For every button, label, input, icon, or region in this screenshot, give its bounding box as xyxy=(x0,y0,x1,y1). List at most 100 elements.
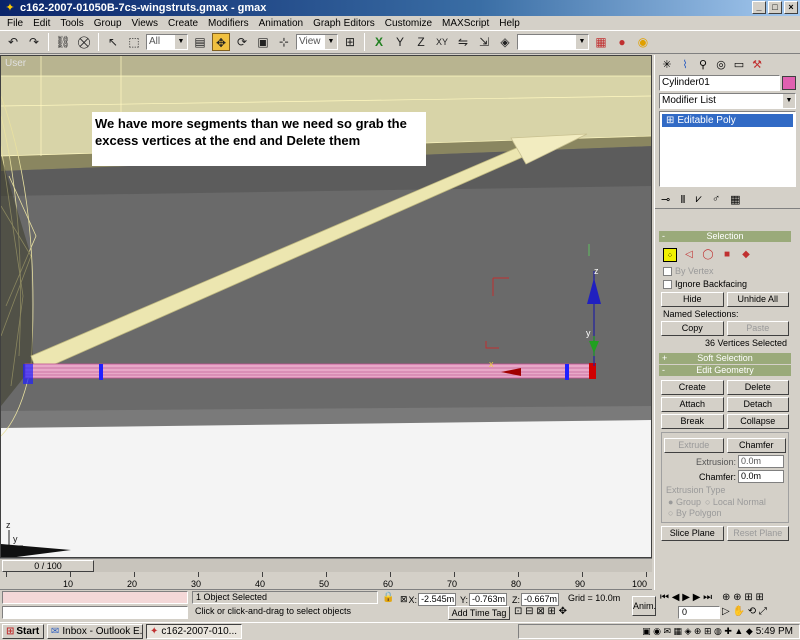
close-button[interactable]: × xyxy=(784,1,798,14)
y-coordinate-field[interactable]: -0.763m xyxy=(469,593,508,606)
detach-button[interactable]: Detach xyxy=(726,397,789,412)
undo-icon[interactable]: ↶ xyxy=(4,33,22,51)
unhide-all-button[interactable]: Unhide All xyxy=(726,292,789,307)
restrict-xy-icon[interactable]: XY xyxy=(433,33,451,51)
stack-item-editable-poly[interactable]: ⊞ Editable Poly xyxy=(662,114,793,127)
track-bar[interactable]: 10 20 30 40 50 60 70 80 90 100 xyxy=(0,572,652,590)
menu-animation[interactable]: Animation xyxy=(254,18,308,29)
time-tag-icons[interactable]: ⊡ ⊟ ⊠ ⊞ ✥ xyxy=(514,606,567,617)
chamfer-button[interactable]: Chamfer xyxy=(726,438,786,453)
viewport-label[interactable]: User xyxy=(5,58,26,69)
redo-icon[interactable]: ↷ xyxy=(25,33,43,51)
lock-selection-icon[interactable]: 🔒 xyxy=(382,592,394,603)
viewport-nav-controls[interactable]: ⊕ ⊕ ⊞ ⊞ xyxy=(722,592,764,603)
time-slider-thumb[interactable]: 0 / 100 xyxy=(2,560,94,572)
absolute-mode-icon[interactable]: ⊠ xyxy=(400,594,408,605)
render-icon[interactable]: ● xyxy=(613,33,631,51)
extrude-button[interactable]: Extrude xyxy=(664,438,724,453)
configure-sets-icon[interactable]: ▦ xyxy=(730,193,740,206)
group-radio[interactable]: ● Group xyxy=(668,497,701,507)
expand-plus-icon[interactable]: ⊞ xyxy=(666,114,674,127)
taskbar-outlook[interactable]: ✉ Inbox - Outlook E... xyxy=(47,624,143,639)
object-name-field[interactable]: Cylinder01 xyxy=(659,75,780,91)
menu-tools[interactable]: Tools xyxy=(55,18,88,29)
edit-geometry-rollout-title[interactable]: - Edit Geometry xyxy=(659,365,791,376)
align-icon[interactable]: ⇲ xyxy=(475,33,493,51)
clock[interactable]: 5:49 PM xyxy=(756,626,793,637)
current-frame-field[interactable]: 0 xyxy=(678,606,720,619)
soft-selection-rollout-title[interactable]: + Soft Selection xyxy=(659,353,791,364)
add-time-tag-button[interactable]: Add Time Tag xyxy=(448,606,510,620)
quick-render-icon[interactable]: ◉ xyxy=(634,33,652,51)
z-coordinate-field[interactable]: -0.667m xyxy=(521,593,559,606)
select-and-scale-icon[interactable]: ▣ xyxy=(254,33,272,51)
mirror-icon[interactable]: ⇋ xyxy=(454,33,472,51)
menu-create[interactable]: Create xyxy=(163,18,203,29)
time-slider[interactable]: 0 / 100 xyxy=(0,558,652,572)
hierarchy-tab-icon[interactable]: ⚲ xyxy=(695,58,711,71)
selection-rollout-title[interactable]: - Selection xyxy=(659,231,791,242)
menu-help[interactable]: Help xyxy=(494,18,525,29)
edge-level-icon[interactable]: ◁ xyxy=(682,248,696,262)
by-polygon-radio[interactable]: ○ By Polygon xyxy=(668,508,721,518)
reference-coordinate-dropdown[interactable]: View xyxy=(296,34,338,50)
collapse-button[interactable]: Collapse xyxy=(726,414,789,429)
reset-plane-button[interactable]: Reset Plane xyxy=(726,526,789,541)
modifier-stack[interactable]: ⊞ Editable Poly xyxy=(659,111,796,187)
vertex-level-icon[interactable]: ⁘ xyxy=(663,248,677,262)
display-tab-icon[interactable]: ▭ xyxy=(731,58,747,71)
chamfer-spinner[interactable]: 0.0m xyxy=(738,470,784,483)
by-vertex-checkbox[interactable]: By Vertex xyxy=(663,266,787,276)
hide-button[interactable]: Hide xyxy=(661,292,724,307)
local-normal-radio[interactable]: ○ Local Normal xyxy=(705,497,766,507)
delete-button[interactable]: Delete xyxy=(726,380,789,395)
modify-tab-icon[interactable]: ⌇ xyxy=(677,58,693,71)
snap-toggle-icon[interactable]: ◈ xyxy=(496,33,514,51)
playback-controls[interactable]: ⏮ ◀ ▶ ▶ ⏭ xyxy=(660,592,712,603)
selection-region-icon[interactable]: ⬚ xyxy=(125,33,143,51)
maximize-button[interactable]: □ xyxy=(768,1,782,14)
minimize-button[interactable]: _ xyxy=(752,1,766,14)
menu-graph-editors[interactable]: Graph Editors xyxy=(308,18,380,29)
pin-stack-icon[interactable]: ⊸ xyxy=(661,193,670,206)
taskbar-gmax[interactable]: ✦ c162-2007-010... xyxy=(146,624,242,639)
maxscript-listener-field[interactable] xyxy=(2,591,188,604)
selection-filter-dropdown[interactable]: All xyxy=(146,34,188,50)
remove-modifier-icon[interactable]: ♂ xyxy=(712,193,720,205)
select-and-rotate-icon[interactable]: ⟳ xyxy=(233,33,251,51)
menu-customize[interactable]: Customize xyxy=(380,18,437,29)
object-color-swatch[interactable] xyxy=(782,76,796,90)
make-unique-icon[interactable]: ⩗ xyxy=(696,193,702,205)
break-button[interactable]: Break xyxy=(661,414,724,429)
pivot-center-icon[interactable]: ⊹ xyxy=(275,33,293,51)
restrict-z-icon[interactable]: Z xyxy=(412,33,430,51)
animate-mode-button[interactable]: Anim. xyxy=(632,596,656,616)
border-level-icon[interactable]: ◯ xyxy=(701,248,715,262)
tray-icons[interactable]: ▣ ◉ ✉ ▦ ◈ ⊕ ⊞ ◍ ✚ ▲ ◆ xyxy=(642,626,753,637)
polygon-level-icon[interactable]: ■ xyxy=(720,248,734,262)
start-button[interactable]: ⊞ Start xyxy=(2,624,44,639)
element-level-icon[interactable]: ◆ xyxy=(739,248,753,262)
menu-maxscript[interactable]: MAXScript xyxy=(437,18,494,29)
attach-button[interactable]: Attach xyxy=(661,397,724,412)
modifier-list-dropdown[interactable]: Modifier List xyxy=(659,93,796,109)
motion-tab-icon[interactable]: ◎ xyxy=(713,58,729,71)
x-coordinate-field[interactable]: -2.545m xyxy=(418,593,457,606)
menu-modifiers[interactable]: Modifiers xyxy=(203,18,254,29)
select-and-move-icon[interactable]: ✥ xyxy=(212,33,230,51)
slice-plane-button[interactable]: Slice Plane xyxy=(661,526,724,541)
menu-edit[interactable]: Edit xyxy=(28,18,55,29)
menu-group[interactable]: Group xyxy=(89,18,127,29)
select-by-name-icon[interactable]: ▤ xyxy=(191,33,209,51)
named-selection-dropdown[interactable] xyxy=(517,34,589,50)
viewport-nav-controls-2[interactable]: ▷ ✋ ⟲ ⤢ xyxy=(722,606,767,617)
menu-file[interactable]: File xyxy=(2,18,28,29)
create-tab-icon[interactable]: ✳ xyxy=(659,58,675,71)
paste-button[interactable]: Paste xyxy=(726,321,789,336)
show-end-result-icon[interactable]: Ⅱ xyxy=(680,193,685,206)
select-and-link-icon[interactable]: ⛓ xyxy=(54,33,72,51)
extrusion-spinner[interactable]: 0.0m xyxy=(738,455,784,468)
restrict-x-icon[interactable]: X xyxy=(370,33,388,51)
create-button[interactable]: Create xyxy=(661,380,724,395)
use-center-icon[interactable]: ⊞ xyxy=(341,33,359,51)
